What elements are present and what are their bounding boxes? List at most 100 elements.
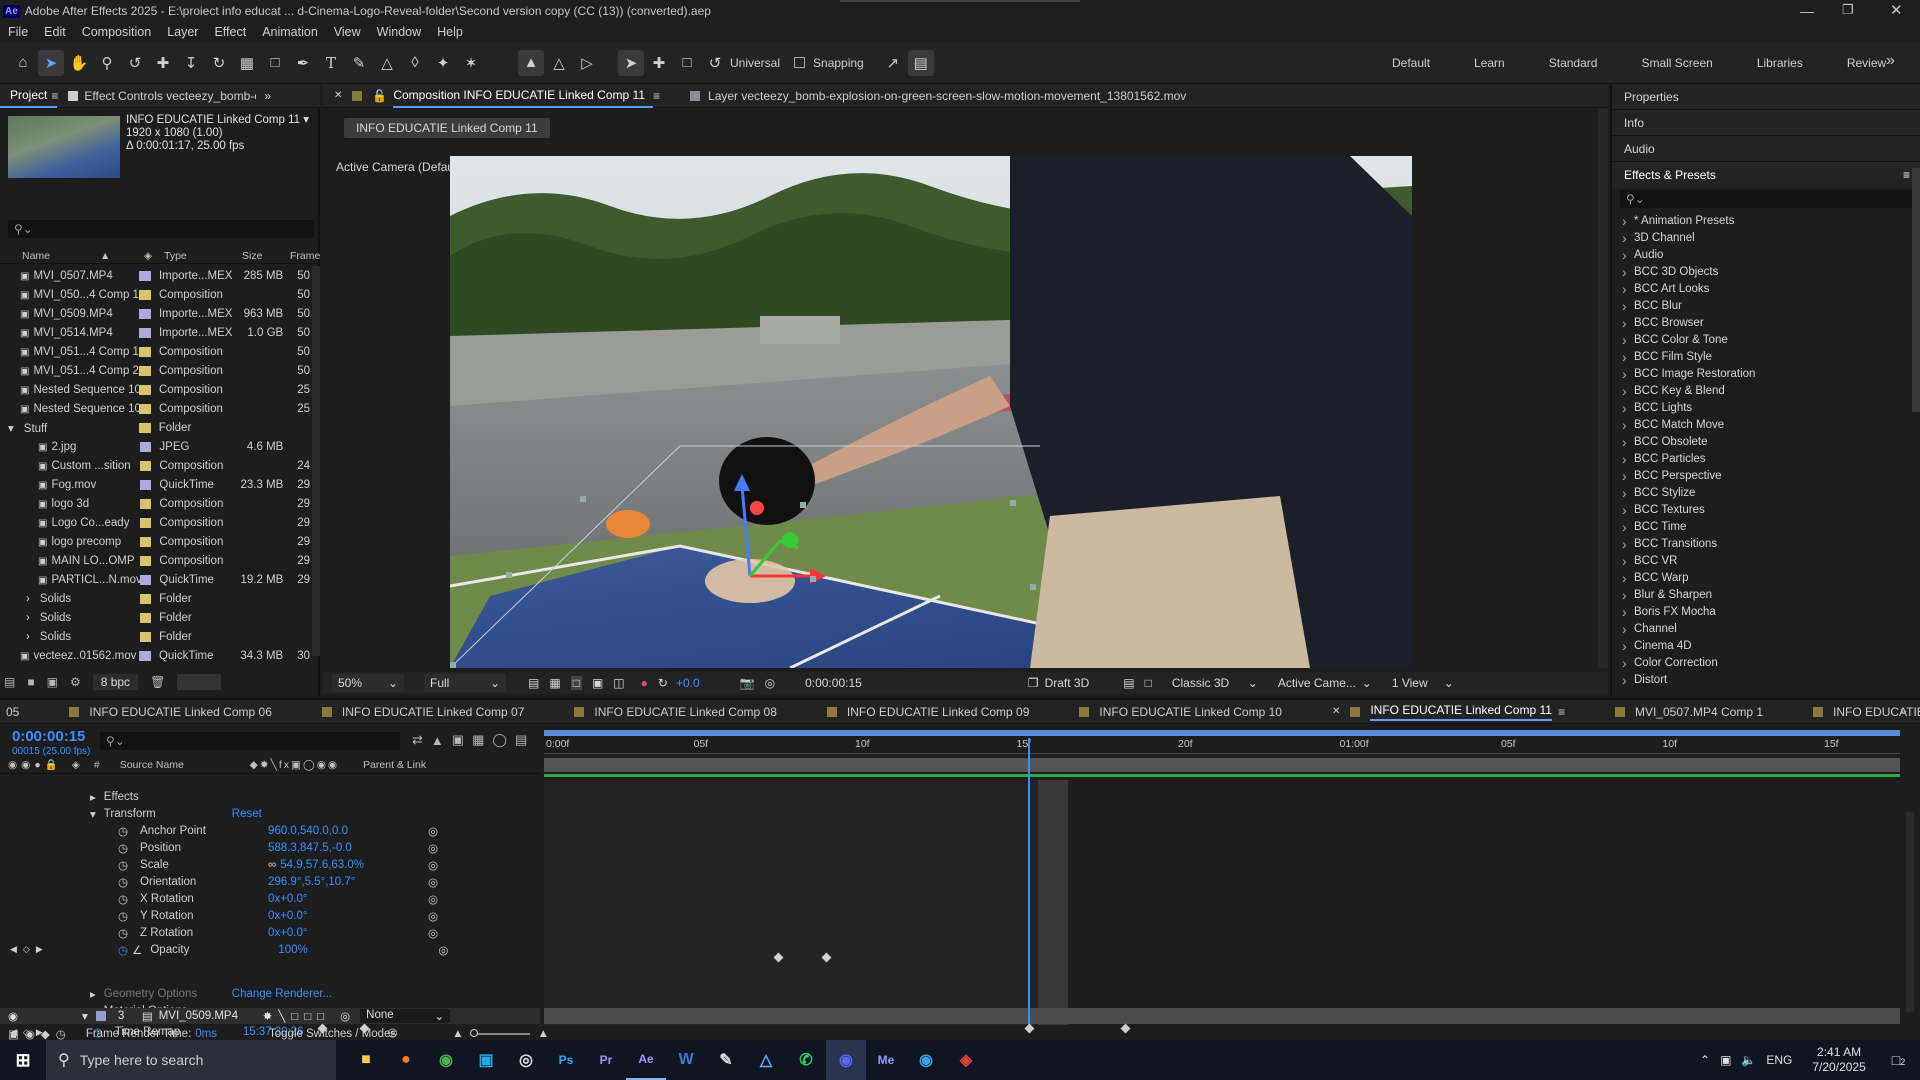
comp-nav-button[interactable]: INFO EDUCATIE Linked Comp 11 [344, 118, 550, 138]
expression-icon[interactable]: ◎ [428, 926, 438, 940]
transparency-grid-icon[interactable]: ▦ [549, 676, 560, 690]
link-icon[interactable]: ∞ [268, 859, 276, 871]
camera-view-select[interactable]: Active Came... ⌄ [1278, 676, 1372, 690]
transform-property[interactable]: ◷ Scale ∞ 54.9,57.6,63.0% ◎ [0, 856, 540, 873]
parent-select[interactable]: None ⌄ [360, 1009, 451, 1023]
timeline-tab[interactable]: MVI_0507.MP4 Comp 1 [1595, 705, 1763, 719]
stopwatch-icon[interactable]: ◷ [118, 943, 128, 957]
effect-category[interactable]: Audio [1612, 246, 1920, 263]
viewer-scrollbar[interactable] [1598, 108, 1608, 668]
label-color[interactable] [139, 422, 151, 433]
effect-category[interactable]: BCC Stylize [1612, 484, 1920, 501]
property-value[interactable]: 960.0,540.0,0.0 [268, 825, 422, 837]
effect-category[interactable]: BCC Color & Tone [1612, 331, 1920, 348]
more-workspaces-icon[interactable]: » [1886, 52, 1895, 70]
effect-category[interactable]: Color Correction [1612, 654, 1920, 671]
label-color[interactable] [139, 289, 151, 300]
transform-property[interactable]: ◷ Orientation 296.9°,5.5°,10.7° ◎ [0, 873, 540, 890]
word-icon[interactable]: W [666, 1040, 706, 1080]
effect-category[interactable]: BCC Warp [1612, 569, 1920, 586]
effect-category[interactable]: * Animation Presets [1612, 212, 1920, 229]
orbit-camera-icon[interactable]: ↺ [122, 50, 148, 76]
tab-effect-controls[interactable]: Effect Controls vecteezy_bomb-expl [84, 89, 256, 103]
col-name[interactable]: Name [0, 250, 100, 262]
graph-editor-icon[interactable]: ▤ [515, 732, 527, 748]
edge-icon[interactable]: ◉ [906, 1040, 946, 1080]
menu-animation[interactable]: Animation [254, 25, 326, 39]
col-size[interactable]: Size [242, 250, 290, 262]
label-color[interactable] [139, 593, 152, 604]
navigator-range[interactable] [544, 730, 1900, 736]
chevron-up-icon[interactable]: ⌃ [1700, 1053, 1710, 1067]
label-color[interactable] [139, 346, 151, 357]
expand-icon[interactable]: » [1900, 704, 1907, 718]
effect-category[interactable]: BCC Browser [1612, 314, 1920, 331]
close-tab-icon[interactable]: ✕ [334, 90, 342, 101]
timeline-tab[interactable]: INFO EDUCATIE Linked Comp 08 [554, 705, 777, 719]
geometry-options[interactable]: ▸ Geometry Options Change Renderer... [0, 985, 540, 1002]
lock-col-icon[interactable]: 🔒 [45, 758, 58, 771]
camera-frame-icon[interactable]: □ [674, 50, 700, 76]
label-color[interactable] [139, 270, 151, 281]
lock-icon[interactable] [352, 90, 363, 101]
restore-icon[interactable]: ❐ [1842, 2, 1854, 18]
project-item[interactable]: ▣ vecteez..01562.mov QuickTime 34.3 MB 30 [0, 646, 310, 665]
composition-viewer[interactable] [450, 156, 1412, 668]
timeline-graph[interactable]: 0:00f 05f 10f 15f 20f 01:00f 05f 10f 15f [317, 728, 1900, 1034]
menu-composition[interactable]: Composition [74, 25, 159, 39]
solo-col-icon[interactable]: ● [34, 759, 40, 771]
effect-category[interactable]: BCC Particles [1612, 450, 1920, 467]
puppet-tool-icon[interactable]: ✶ [458, 50, 484, 76]
transform-property[interactable]: ◷ X Rotation 0x+0.0° ◎ [0, 890, 540, 907]
clock[interactable]: 2:41 AM 7/20/2025 [1812, 1045, 1865, 1075]
hand-tool-icon[interactable]: ✋ [66, 50, 92, 76]
dolly-camera-icon[interactable]: ↧ [178, 50, 204, 76]
delete-icon[interactable]: 🗑 [150, 675, 165, 689]
transform-property[interactable]: ◷ Y Rotation 0x+0.0° ◎ [0, 907, 540, 924]
label-color[interactable] [139, 479, 152, 490]
reset-exposure-icon[interactable]: ↻ [658, 676, 668, 690]
timeline-scrollbar[interactable] [1906, 812, 1914, 1012]
current-time-display[interactable]: 0:00:00:15 [805, 676, 862, 690]
expand-arrow-icon[interactable]: › [26, 631, 30, 643]
project-item[interactable]: ▣ MVI_0509.MP4 Importe...MEX 963 MB 50 [0, 304, 310, 323]
triangle-app-icon[interactable]: △ [746, 1040, 786, 1080]
local-axis-icon[interactable]: ▲ [518, 49, 544, 76]
menu-icon[interactable]: ≡ [1903, 168, 1910, 182]
timeline-search-input[interactable]: ⚲⌄ [100, 732, 400, 750]
snapshot-icon[interactable]: 📷 [740, 676, 755, 690]
expression-icon[interactable]: ◎ [428, 824, 438, 838]
snapping-checkbox[interactable] [794, 57, 806, 68]
expression-icon[interactable]: ◎ [428, 841, 438, 855]
collapse-arrow-icon[interactable]: ▾ [90, 807, 96, 821]
red-app-icon[interactable]: ◈ [946, 1040, 986, 1080]
expand-arrow-icon[interactable]: › [26, 612, 30, 624]
timeline-tab[interactable]: 05 [0, 705, 19, 719]
timeline-tab[interactable]: INFO EDUCATIE Linked Comp 06 [49, 705, 272, 719]
app-icon[interactable]: ▣ [466, 1040, 506, 1080]
whatsapp-icon[interactable]: ✆ [786, 1040, 826, 1080]
chrome-icon[interactable]: ◉ [426, 1040, 466, 1080]
label-col-icon[interactable]: ◈ [144, 250, 164, 262]
project-item[interactable]: ▣ Custom ...sition Composition 24 [0, 456, 310, 475]
bpc-button[interactable]: 8 bpc [92, 674, 139, 690]
workspace-small-screen[interactable]: Small Screen [1619, 56, 1734, 70]
label-color[interactable] [139, 631, 152, 642]
camera-rotate-icon[interactable]: ↺ [702, 50, 728, 76]
label-color[interactable] [139, 460, 152, 471]
menu-icon[interactable]: ≡ [51, 89, 58, 103]
col-type[interactable]: Type [164, 250, 242, 262]
label-color[interactable] [139, 441, 152, 452]
work-area-range[interactable] [544, 758, 1900, 772]
extended-viewer-icon[interactable]: □ [1145, 676, 1152, 690]
project-item[interactable]: ▣ MVI_050...4 Comp 1 Composition 50 [0, 285, 310, 304]
brush-app-icon[interactable]: ✎ [706, 1040, 746, 1080]
project-item[interactable]: ▣ PARTICL...N.mov QuickTime 19.2 MB 29 [0, 570, 310, 589]
comp-name[interactable]: INFO EDUCATIE Linked Comp 11 ▾ [126, 114, 309, 127]
property-value[interactable]: 296.9°,5.5°,10.7° [268, 876, 422, 888]
zoom-tool-icon[interactable]: ⚲ [94, 50, 120, 76]
label-col-icon[interactable]: ◈ [72, 759, 80, 771]
timeline-current-time[interactable]: 0:00:00:15 [12, 728, 85, 745]
label-color[interactable] [139, 384, 151, 395]
transform-property[interactable]: ◀◇▶ ◷ ∠ Opacity 100% ◎ [0, 941, 540, 958]
